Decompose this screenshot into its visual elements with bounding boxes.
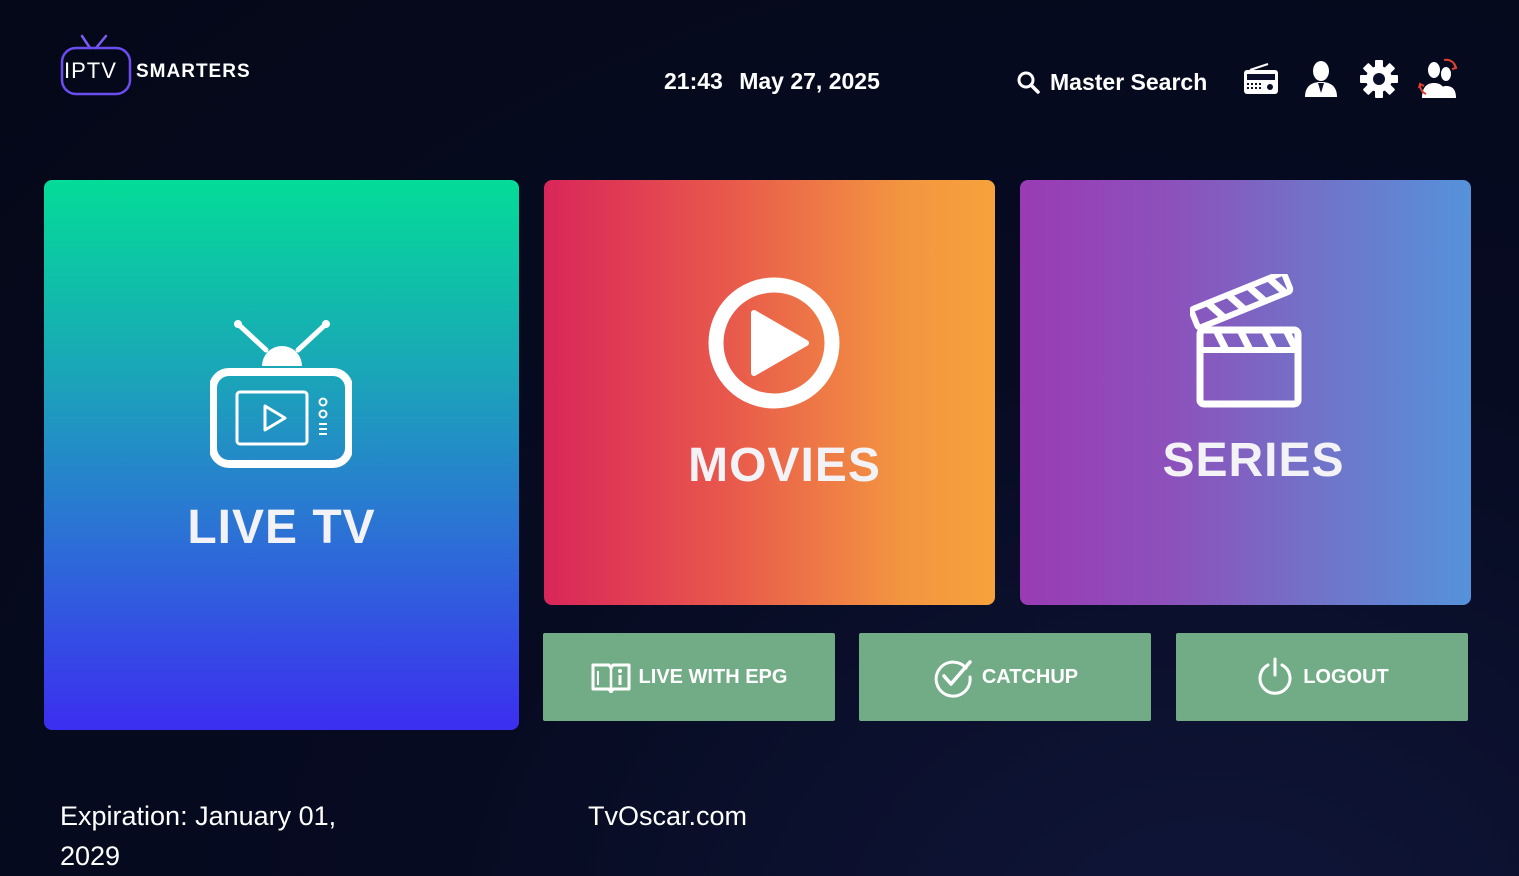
catchup-label: CATCHUP — [981, 665, 1079, 688]
profile-button[interactable] — [1300, 58, 1342, 100]
tv-icon — [210, 320, 352, 468]
provider-site: TvOscar.com — [588, 801, 748, 831]
play-circle-icon — [708, 277, 840, 409]
check-circle-icon — [934, 660, 972, 698]
catchup-button[interactable]: CATCHUP — [859, 633, 1151, 721]
switch-user-icon — [1418, 58, 1458, 98]
expiration-text: Expiration: January 01, 2029 — [60, 801, 337, 871]
clock-date: May 27, 2025 — [739, 68, 880, 94]
gear-icon — [1360, 60, 1398, 98]
logo-text-smarters: SMARTERS — [136, 61, 251, 82]
home-screen: IPTV SMARTERS 21:43 May 27, 2025 Master … — [0, 0, 1519, 876]
book-info-icon — [591, 663, 631, 693]
settings-button[interactable] — [1358, 58, 1400, 100]
logout-button[interactable]: LOGOUT — [1176, 633, 1468, 721]
series-tile[interactable]: SERIES — [1020, 180, 1471, 605]
live-tv-label: LIVE TV — [187, 501, 376, 554]
search-icon — [1017, 71, 1040, 94]
logo-text-iptv: IPTV — [64, 58, 117, 83]
app-logo: IPTV SMARTERS — [60, 34, 280, 98]
movies-label: MOVIES — [688, 439, 881, 492]
series-label: SERIES — [1162, 434, 1345, 487]
live-with-epg-button[interactable]: LIVE WITH EPG — [543, 633, 835, 721]
movies-tile[interactable]: MOVIES — [544, 180, 995, 605]
switch-user-button[interactable] — [1418, 58, 1460, 100]
live-with-epg-label: LIVE WITH EPG — [638, 665, 788, 688]
live-tv-tile[interactable]: LIVE TV — [44, 180, 519, 730]
power-icon — [1258, 657, 1292, 695]
clock: 21:43 May 27, 2025 — [664, 68, 880, 95]
master-search-label: Master Search — [1050, 68, 1208, 95]
user-icon — [1305, 61, 1337, 97]
clapperboard-icon — [1190, 274, 1302, 408]
master-search-button[interactable]: Master Search — [1016, 66, 1207, 98]
radio-icon — [1244, 63, 1278, 94]
logout-label: LOGOUT — [1303, 665, 1389, 688]
radio-button[interactable] — [1240, 58, 1282, 100]
clock-time: 21:43 — [664, 68, 723, 94]
